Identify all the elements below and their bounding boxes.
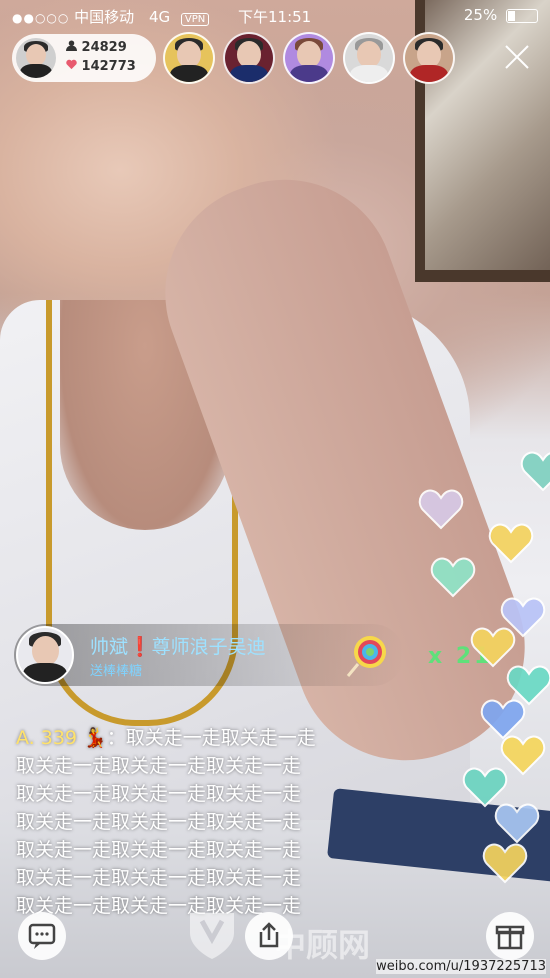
avatar-face xyxy=(177,41,201,68)
viewer-avatar[interactable] xyxy=(403,32,455,84)
share-icon xyxy=(259,922,279,948)
status-bar: ●●○○○ 中国移动 4G VPN 下午11:51 25% xyxy=(0,0,550,32)
close-icon[interactable] xyxy=(504,44,530,70)
avatar-face xyxy=(237,41,261,68)
lollipop-icon xyxy=(346,636,386,677)
viewer-avatar[interactable] xyxy=(223,32,275,84)
gift-sender-name: 帅斌❗尊师浪子吴迪 xyxy=(90,636,266,658)
host-avatar[interactable] xyxy=(16,38,56,78)
person-icon xyxy=(66,40,77,51)
battery-percent: 25% xyxy=(463,6,498,24)
carrier-name: 中国移动 xyxy=(74,8,135,26)
heart-icon xyxy=(430,557,476,598)
dancer-icon: 💃 xyxy=(83,727,107,749)
chat-stream: A. 339 💃：取关走一走取关走一走 取关走一走取关走一走取关走一走 取关走一… xyxy=(16,724,406,920)
heart-icon xyxy=(418,489,464,530)
avatar-body xyxy=(20,64,52,78)
chat-username[interactable]: A. 339 xyxy=(16,727,77,749)
signal-strength: ●●○○○ xyxy=(12,11,70,25)
avatar-body xyxy=(23,663,67,682)
weibo-credit: weibo.com/u/1937225713 xyxy=(376,959,546,974)
heart-icon xyxy=(494,803,540,844)
viewer-avatar[interactable] xyxy=(343,32,395,84)
chat-text: 取关走一走取关走一走取关走一走 xyxy=(16,783,302,805)
vpn-badge: VPN xyxy=(180,13,210,26)
chat-text: 取关走一走取关走一走取关走一走 xyxy=(16,867,302,889)
heart-icon xyxy=(482,843,528,884)
avatar-body xyxy=(229,65,269,82)
chat-icon xyxy=(28,923,56,949)
gift-notification: 帅斌❗尊师浪子吴迪 送棒棒糖 xyxy=(14,624,404,686)
gift-button[interactable] xyxy=(486,912,534,960)
avatar-body xyxy=(409,65,449,82)
heart-icon xyxy=(66,59,77,70)
chat-button[interactable] xyxy=(18,912,66,960)
host-info-pill[interactable]: 24829 142773 xyxy=(12,34,156,82)
viewer-avatar[interactable] xyxy=(283,32,335,84)
follower-stat: 24829 xyxy=(66,40,127,55)
chat-message: A. 339 💃：取关走一走取关走一走 xyxy=(16,724,406,752)
avatar-body xyxy=(169,65,209,82)
avatar-face xyxy=(31,636,59,666)
avatar-face xyxy=(357,41,381,68)
gift-action: 送棒棒糖 xyxy=(90,664,143,679)
avatar-body xyxy=(349,65,389,82)
heart-icon xyxy=(470,627,516,668)
avatar-face xyxy=(26,44,46,66)
chat-text: 取关走一走取关走一走取关走一走 xyxy=(16,839,302,861)
viewer-avatar[interactable] xyxy=(163,32,215,84)
gift-sender-avatar[interactable] xyxy=(16,626,74,684)
gift-icon xyxy=(495,925,525,950)
heart-icon xyxy=(520,451,550,492)
follower-count: 24829 xyxy=(81,40,127,55)
like-stat: 142773 xyxy=(66,59,136,74)
clock: 下午11:51 xyxy=(238,8,312,26)
avatar-face xyxy=(297,41,321,68)
battery-fill xyxy=(508,10,515,21)
avatar-face xyxy=(417,41,441,68)
like-count: 142773 xyxy=(81,59,136,74)
share-button[interactable] xyxy=(245,912,293,960)
chat-text: ：取关走一走取关走一走 xyxy=(106,727,316,749)
network-type: 4G xyxy=(148,8,171,26)
chat-text: 取关走一走取关走一走取关走一走 xyxy=(16,811,302,833)
chat-text: 取关走一走取关走一走取关走一走 xyxy=(16,755,302,777)
battery-icon xyxy=(506,8,538,23)
heart-icon xyxy=(488,523,534,564)
avatar-body xyxy=(289,65,329,82)
